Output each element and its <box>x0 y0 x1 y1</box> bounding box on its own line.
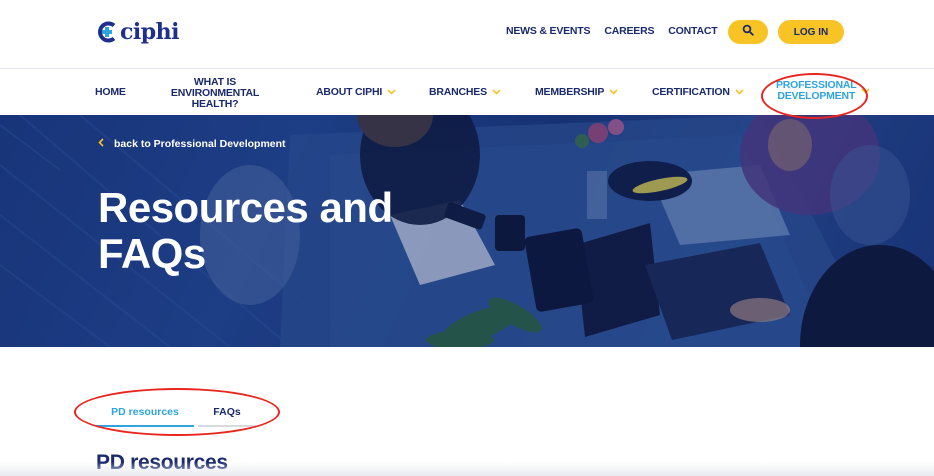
ciphi-logo-mark-icon <box>96 21 118 43</box>
nav-pro-line2: DEVELOPMENT <box>777 90 856 102</box>
nav-professional-development[interactable]: PROFESSIONAL DEVELOPMENT <box>776 80 871 102</box>
content-tabs: PD resources FAQs <box>96 400 256 427</box>
page-title-line1: Resources and <box>98 184 393 231</box>
nav-branches[interactable]: BRANCHES <box>429 86 501 98</box>
nav-certification[interactable]: CERTIFICATION <box>652 86 744 98</box>
nav-what-is-line3: HEALTH? <box>191 98 239 110</box>
page-title: Resources and FAQs <box>98 185 438 277</box>
search-icon <box>742 23 754 41</box>
news-events-link[interactable]: NEWS & EVENTS <box>506 25 591 37</box>
nav-membership[interactable]: MEMBERSHIP <box>535 86 618 98</box>
nav-what-is-environmental-health[interactable]: WHAT IS ENVIRONMENTAL HEALTH? <box>166 77 264 110</box>
bottom-fade <box>0 462 934 476</box>
back-link-label: back to Professional Development <box>114 138 286 150</box>
nav-membership-label: MEMBERSHIP <box>535 86 605 98</box>
nav-about-ciphi[interactable]: ABOUT CIPHI <box>316 86 396 98</box>
nav-about-label: ABOUT CIPHI <box>316 86 383 98</box>
chevron-down-icon <box>735 86 744 98</box>
nav-certification-label: CERTIFICATION <box>652 86 730 98</box>
careers-link[interactable]: CAREERS <box>604 25 654 37</box>
login-button[interactable]: LOG IN <box>778 20 844 44</box>
chevron-left-icon <box>98 138 104 150</box>
nav-branches-label: BRANCHES <box>429 86 487 98</box>
tab-pd-resources[interactable]: PD resources <box>96 400 194 427</box>
page-title-line2: FAQs <box>98 230 206 277</box>
top-bar: ciphi NEWS & EVENTS CAREERS CONTACT LOG … <box>0 0 934 68</box>
chevron-down-icon <box>861 86 871 97</box>
chevron-down-icon <box>387 86 396 98</box>
ciphi-logo[interactable]: ciphi <box>96 19 180 45</box>
main-nav: HOME WHAT IS ENVIRONMENTAL HEALTH? ABOUT… <box>0 69 934 115</box>
search-button[interactable] <box>728 20 768 44</box>
contact-link[interactable]: CONTACT <box>668 25 717 37</box>
hero-banner: back to Professional Development Resourc… <box>0 115 934 347</box>
utility-nav: NEWS & EVENTS CAREERS CONTACT <box>506 25 731 37</box>
chevron-down-icon <box>609 86 618 98</box>
nav-pro-label: PROFESSIONAL DEVELOPMENT <box>776 80 857 102</box>
tab-faqs[interactable]: FAQs <box>198 400 256 427</box>
chevron-down-icon <box>492 86 501 98</box>
ciphi-logo-text: ciphi <box>120 19 180 45</box>
back-to-professional-development-link[interactable]: back to Professional Development <box>98 138 286 150</box>
nav-home-label: HOME <box>95 86 126 98</box>
nav-home[interactable]: HOME <box>95 86 126 98</box>
